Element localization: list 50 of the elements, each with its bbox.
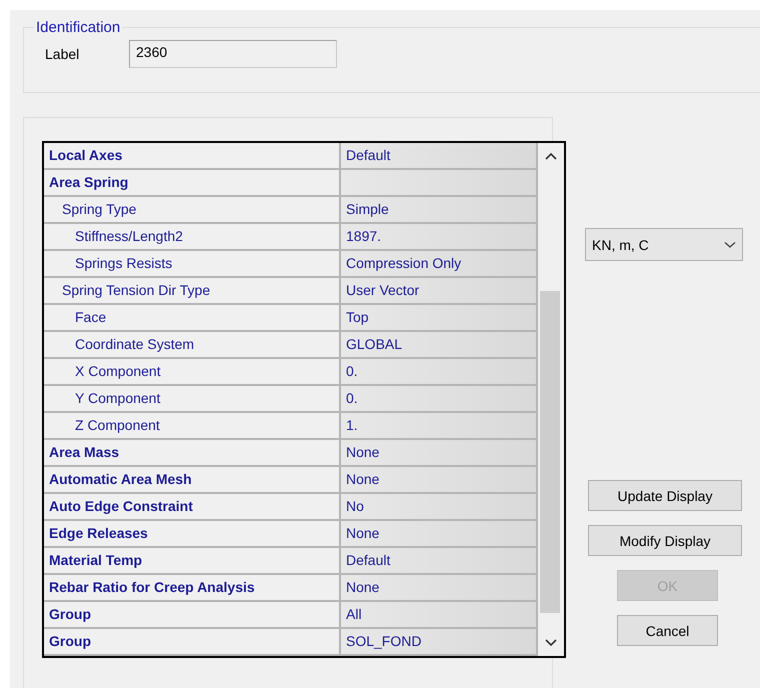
display-button[interactable]: Update Display — [588, 480, 742, 511]
units-dropdown[interactable]: KN, m, C — [585, 228, 743, 261]
property-value[interactable]: Simple — [341, 197, 538, 224]
property-value[interactable]: None — [341, 575, 538, 602]
scrollbar[interactable] — [538, 143, 564, 656]
property-value[interactable]: Default — [341, 548, 538, 575]
property-name: Springs Resists — [44, 251, 341, 278]
dialog-button[interactable]: Cancel — [617, 615, 718, 646]
property-value[interactable]: 1897. — [341, 224, 538, 251]
property-name: X Component — [44, 359, 341, 386]
property-value[interactable]: Top — [341, 305, 538, 332]
scroll-down-icon[interactable] — [544, 638, 558, 648]
property-value[interactable]: None — [341, 521, 538, 548]
label-field[interactable]: 2360 — [129, 40, 337, 68]
property-name: Coordinate System — [44, 332, 341, 359]
property-value[interactable]: None — [341, 440, 538, 467]
property-name: Automatic Area Mesh — [44, 467, 341, 494]
property-name: Group — [44, 602, 341, 629]
property-name: Group — [44, 629, 341, 656]
property-value[interactable]: 1. — [341, 413, 538, 440]
property-name: Edge Releases — [44, 521, 341, 548]
property-name: Face — [44, 305, 341, 332]
chevron-down-icon — [724, 240, 736, 248]
property-name: Spring Tension Dir Type — [44, 278, 341, 305]
property-name: Local Axes — [44, 143, 341, 170]
property-value[interactable]: All — [341, 602, 538, 629]
property-name: Area Mass — [44, 440, 341, 467]
scroll-up-icon[interactable] — [544, 151, 558, 161]
property-value[interactable]: User Vector — [341, 278, 538, 305]
property-value[interactable]: None — [341, 467, 538, 494]
property-value[interactable]: SOL_FOND — [341, 629, 538, 656]
property-name: Spring Type — [44, 197, 341, 224]
property-value[interactable]: GLOBAL — [341, 332, 538, 359]
property-name: Stiffness/Length2 — [44, 224, 341, 251]
property-value[interactable]: 0. — [341, 359, 538, 386]
property-value[interactable]: Default — [341, 143, 538, 170]
property-name: Z Component — [44, 413, 341, 440]
field-label: Label — [45, 46, 80, 62]
property-value[interactable]: Compression Only — [341, 251, 538, 278]
display-button[interactable]: Modify Display — [588, 525, 742, 556]
property-value[interactable]: 0. — [341, 386, 538, 413]
property-name: Y Component — [44, 386, 341, 413]
property-name: Area Spring — [44, 170, 341, 197]
property-name: Material Temp — [44, 548, 341, 575]
group-title: Identification — [35, 19, 122, 36]
property-value[interactable]: No — [341, 494, 538, 521]
property-value[interactable] — [341, 170, 538, 197]
scrollbar-thumb[interactable] — [540, 291, 560, 613]
property-name: Auto Edge Constraint — [44, 494, 341, 521]
property-name: Rebar Ratio for Creep Analysis — [44, 575, 341, 602]
